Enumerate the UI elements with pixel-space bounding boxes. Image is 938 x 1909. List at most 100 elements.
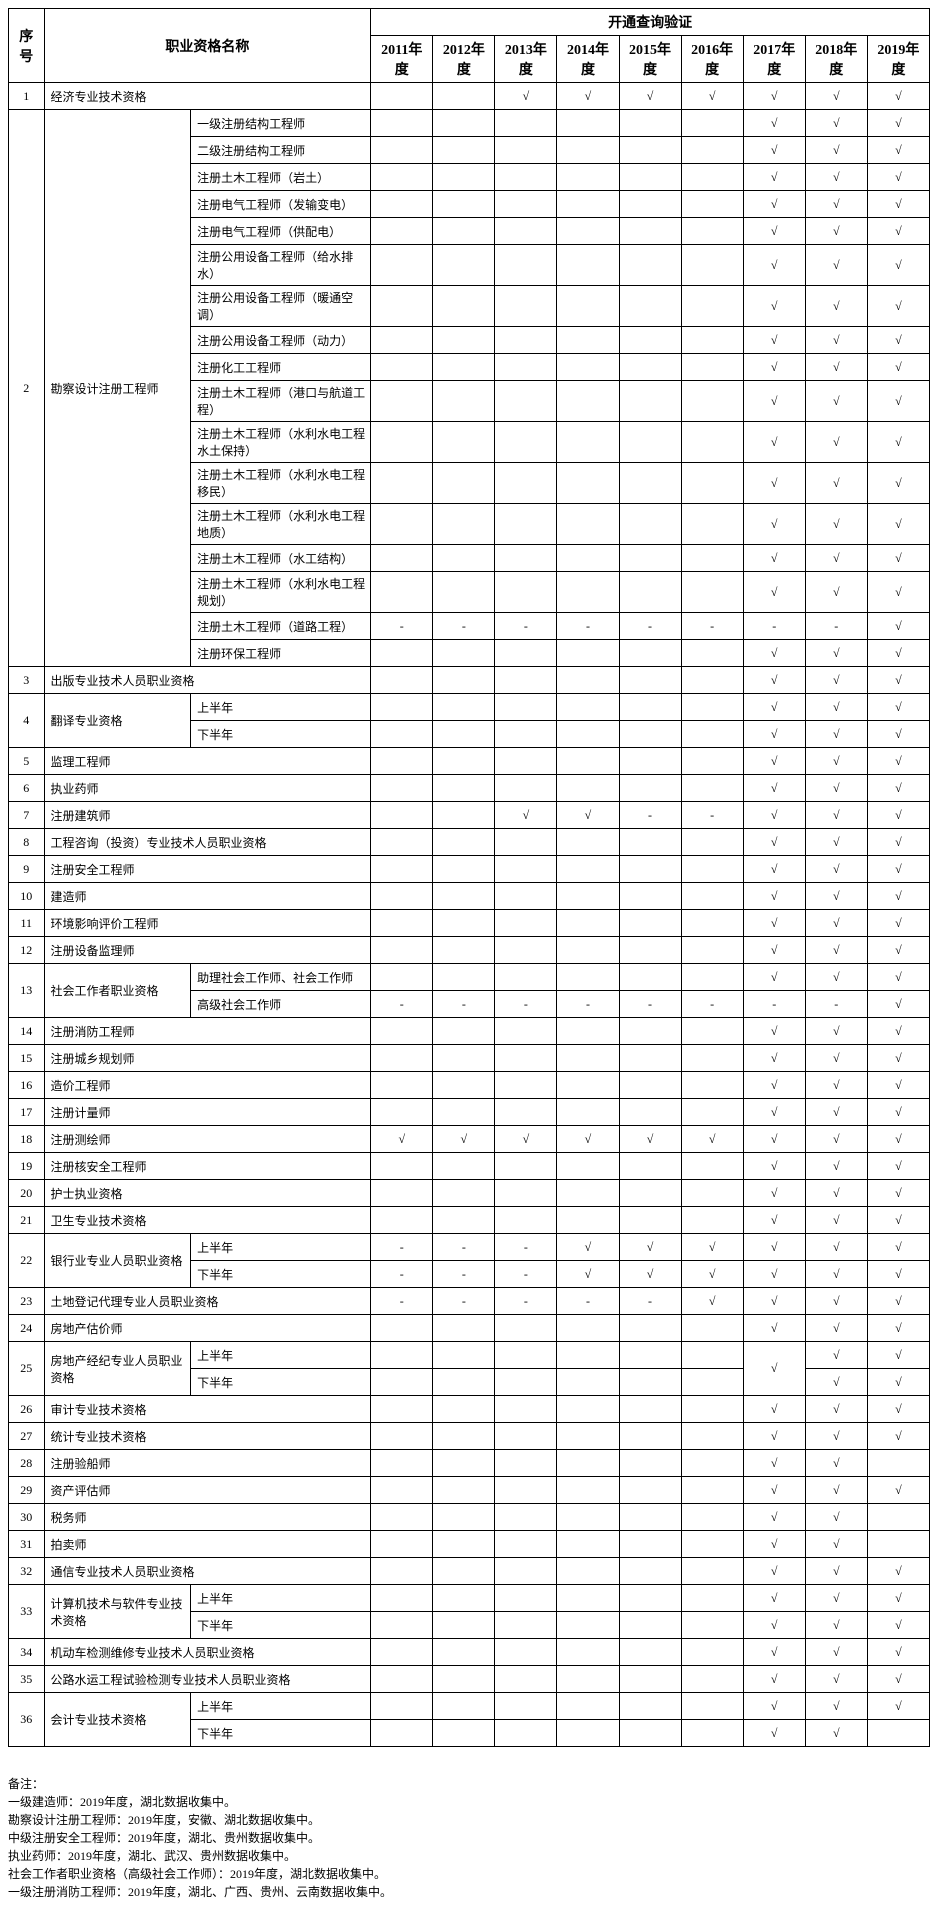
year-cell [495,1072,557,1099]
year-cell [371,218,433,245]
year-cell: √ [867,137,929,164]
qualification-name: 房地产估价师 [44,1315,371,1342]
qualification-name: 造价工程师 [44,1072,371,1099]
year-cell: √ [867,640,929,667]
year-cell [433,1153,495,1180]
year-cell [495,694,557,721]
year-cell [619,640,681,667]
year-cell [681,1639,743,1666]
year-cell [557,572,619,613]
year-cell [433,463,495,504]
year-cell: - [371,991,433,1018]
year-cell [495,721,557,748]
year-cell: √ [743,1234,805,1261]
year-cell: √ [805,1639,867,1666]
year-cell [681,667,743,694]
year-cell: - [495,991,557,1018]
year-cell: √ [805,245,867,286]
year-cell: √ [867,991,929,1018]
year-cell [557,1099,619,1126]
year-cell [371,775,433,802]
year-cell [371,1342,433,1369]
qualification-name: 会计专业技术资格 [44,1693,191,1747]
year-cell [681,572,743,613]
year-cell [495,910,557,937]
year-cell: √ [805,721,867,748]
year-cell [681,1045,743,1072]
year-cell [619,1666,681,1693]
row-index: 36 [9,1693,45,1747]
qualification-name: 公路水运工程试验检测专业技术人员职业资格 [44,1666,371,1693]
year-cell [557,1612,619,1639]
year-cell [681,1531,743,1558]
qualification-subname: 注册土木工程师（水利水电工程地质） [191,504,371,545]
year-cell [867,1450,929,1477]
year-cell: √ [805,1126,867,1153]
qualification-subname: 注册公用设备工程师（给水排水） [191,245,371,286]
table-row: 35公路水运工程试验检测专业技术人员职业资格√√√ [9,1666,930,1693]
year-cell [557,883,619,910]
year-cell [433,1693,495,1720]
year-cell [495,572,557,613]
year-cell: - [495,1261,557,1288]
year-cell: √ [867,1342,929,1369]
year-cell: √ [557,1261,619,1288]
year-cell: - [557,991,619,1018]
year-cell [557,640,619,667]
header-year: 2013年度 [495,36,557,83]
year-cell [371,964,433,991]
year-cell: √ [867,856,929,883]
year-cell [433,721,495,748]
year-cell: √ [743,883,805,910]
year-cell: √ [743,286,805,327]
year-cell: √ [743,775,805,802]
year-cell [495,463,557,504]
year-cell: √ [805,1477,867,1504]
year-cell [495,1666,557,1693]
row-index: 24 [9,1315,45,1342]
year-cell: √ [743,937,805,964]
year-cell: √ [867,1288,929,1315]
year-cell [619,694,681,721]
year-cell [681,1207,743,1234]
year-cell [619,327,681,354]
year-cell: √ [681,1126,743,1153]
notes-section: 备注： 一级建造师：2019年度，湖北数据收集中。勘察设计注册工程师：2019年… [8,1775,930,1901]
year-cell: √ [743,137,805,164]
year-cell [495,1099,557,1126]
year-cell: √ [805,1207,867,1234]
year-cell: - [371,1234,433,1261]
year-cell [433,1072,495,1099]
year-cell [557,191,619,218]
table-row: 15注册城乡规划师√√√ [9,1045,930,1072]
table-row: 23土地登记代理专业人员职业资格-----√√√√ [9,1288,930,1315]
year-cell [433,504,495,545]
year-cell [557,775,619,802]
qualification-name: 房地产经纪专业人员职业资格 [44,1342,191,1396]
year-cell [557,1693,619,1720]
year-cell [557,1504,619,1531]
year-cell [433,667,495,694]
year-cell: √ [805,164,867,191]
year-cell: √ [743,748,805,775]
year-cell [681,463,743,504]
year-cell [371,1396,433,1423]
year-cell [433,1315,495,1342]
qualification-name: 经济专业技术资格 [44,83,371,110]
year-cell: √ [805,640,867,667]
year-cell [495,191,557,218]
year-cell: √ [743,572,805,613]
year-cell [371,245,433,286]
qualification-subname: 注册电气工程师（供配电） [191,218,371,245]
year-cell: √ [867,191,929,218]
year-cell: √ [805,910,867,937]
year-cell: √ [867,1234,929,1261]
year-cell [371,1531,433,1558]
year-cell [371,1045,433,1072]
year-cell [681,327,743,354]
qualification-name: 出版专业技术人员职业资格 [44,667,371,694]
year-cell [557,1072,619,1099]
year-cell: - [557,613,619,640]
year-cell [681,191,743,218]
year-cell [557,245,619,286]
